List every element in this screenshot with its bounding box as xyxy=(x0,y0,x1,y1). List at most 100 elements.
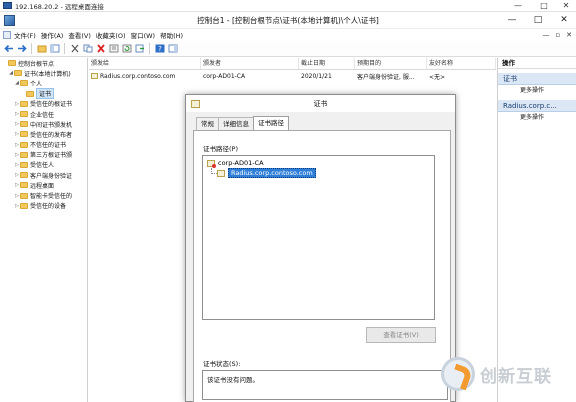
more-actions-link-2[interactable]: 更多操作 xyxy=(498,112,576,123)
properties-icon[interactable] xyxy=(108,43,119,54)
tree-item-label: 控制台根节点 xyxy=(18,60,55,68)
document-icon xyxy=(3,31,11,39)
tab-certification-path[interactable]: 证书路径 xyxy=(253,116,289,130)
folder-icon xyxy=(20,80,28,87)
help-icon[interactable]: ? xyxy=(154,43,165,54)
folder-icon xyxy=(20,172,28,179)
cell-friendly-name: <无> xyxy=(429,73,446,81)
column-purposes[interactable]: 预期目的 xyxy=(355,58,427,69)
tree-item-label: 受信任的设备 xyxy=(30,203,67,211)
show-action-pane-icon[interactable] xyxy=(167,43,178,54)
path-root-item[interactable]: corp-AD01-CA xyxy=(207,159,264,168)
tree-item[interactable]: ▷ 受信任人 xyxy=(0,160,87,170)
folder-icon xyxy=(20,161,28,168)
mdi-minimize-button[interactable]: — xyxy=(542,31,549,39)
toolbar-divider xyxy=(149,43,150,54)
window-close-button[interactable]: ✕ xyxy=(552,12,576,29)
root-certificate-icon xyxy=(207,159,216,168)
path-leaf-item[interactable]: Radius.corp.contoso.com xyxy=(217,168,316,178)
certification-path-tree[interactable]: corp-AD01-CA Radius.corp.contoso.com xyxy=(202,155,435,320)
mdi-close-button[interactable]: ✕ xyxy=(566,31,572,39)
export-list-icon[interactable] xyxy=(134,43,145,54)
certificate-dialog: 证书 常规 详细信息 证书路径 证书路径(P) corp-AD01-CA Rad… xyxy=(185,94,456,402)
tree-item-label: 证书(本地计算机) xyxy=(24,70,71,78)
window-maximize-button[interactable]: □ xyxy=(526,12,550,29)
menu-action[interactable]: 操作(A) xyxy=(41,30,69,40)
watermark-text: 创新互联 xyxy=(480,366,552,387)
folder-icon xyxy=(20,111,28,118)
menu-view[interactable]: 查看(V) xyxy=(68,30,96,40)
tree-item[interactable]: 控制台根节点 xyxy=(0,58,87,68)
refresh-icon[interactable] xyxy=(121,43,132,54)
path-label: 证书路径(P) xyxy=(203,145,238,153)
status-textbox[interactable]: 该证书没有问题。 xyxy=(202,370,448,400)
dialog-title-bar: 证书 xyxy=(186,95,455,112)
tree-item[interactable]: ▷ 中间证书颁发机 xyxy=(0,119,87,129)
rdp-app-icon xyxy=(3,2,12,9)
column-friendly-name[interactable]: 友好名称 xyxy=(427,58,496,69)
window-title: 控制台1 - [控制台根节点\证书(本地计算机)\个人\证书] xyxy=(197,15,379,25)
cut-icon[interactable] xyxy=(69,43,80,54)
svg-text:?: ? xyxy=(158,45,162,53)
tree-item-label: 企业信任 xyxy=(30,111,55,119)
menu-file[interactable]: 文件(F) xyxy=(14,30,41,40)
tab-details[interactable]: 详细信息 xyxy=(218,117,254,130)
window-title-bar: 控制台1 - [控制台根节点\证书(本地计算机)\个人\证书] xyxy=(0,12,576,29)
menu-help[interactable]: 帮助(H) xyxy=(160,30,188,40)
menu-favorites[interactable]: 收藏夹(O) xyxy=(96,30,131,40)
tree-item[interactable]: 证书 xyxy=(0,88,87,100)
actions-pane: 操作 证书 更多操作 Radius.corp.c... 更多操作 xyxy=(497,58,576,402)
tree-item[interactable]: ▷ 智能卡受信任的 xyxy=(0,190,87,200)
tree-item-label: 第三方根证书颁 xyxy=(30,152,73,160)
watermark: 创新互联 xyxy=(441,357,552,391)
delete-icon[interactable] xyxy=(95,43,106,54)
tree-item-label: 不信任的证书 xyxy=(30,142,67,150)
path-root-label: corp-AD01-CA xyxy=(218,159,264,167)
rdp-minimize-button[interactable]: — xyxy=(509,0,527,12)
tree-item[interactable]: ▷ 受信任的设备 xyxy=(0,201,87,211)
tree-item[interactable]: ◢ 个人 xyxy=(0,78,87,88)
console-tree: 控制台根节点 ◢ 证书(本地计算机) ◢ 个人 证书 ▷ 受信任的根证书 ▷ 企业信任 ▷ 中间证书颁… xyxy=(0,58,88,402)
tree-item-label: 中间证书颁发机 xyxy=(30,121,73,129)
tree-item-label: 受信任的根证书 xyxy=(30,101,73,109)
more-actions-link[interactable]: 更多操作 xyxy=(498,85,576,96)
actions-section-certificates[interactable]: 证书 xyxy=(498,73,576,85)
cell-issued-by: corp-AD01-CA xyxy=(203,72,246,80)
tree-item-label: 个人 xyxy=(30,80,43,88)
folder-icon xyxy=(20,182,28,189)
table-row[interactable]: Radius.corp.contoso.com corp-AD01-CA 202… xyxy=(89,70,496,82)
tree-item[interactable]: ▷ 第三方根证书颁 xyxy=(0,150,87,160)
rdp-close-button[interactable]: ✕ xyxy=(557,0,575,12)
tree-item-label: 远程桌面 xyxy=(30,182,55,190)
menu-window[interactable]: 窗口(W) xyxy=(131,30,161,40)
tree-item[interactable]: ▷ 远程桌面 xyxy=(0,180,87,190)
list-header: 颁发给 颁发者 截止日期 预期目的 友好名称 xyxy=(89,58,496,70)
certificate-icon xyxy=(91,73,98,79)
watermark-logo-icon xyxy=(441,357,475,391)
tree-item[interactable]: ▷ 受信任的根证书 xyxy=(0,99,87,109)
view-certificate-button[interactable]: 查看证书(V) xyxy=(366,327,436,343)
cell-purposes: 客户端身份验证, 服... xyxy=(357,73,415,81)
mdi-restore-button[interactable]: ▫ xyxy=(555,31,560,39)
actions-section-selected-cert[interactable]: Radius.corp.c... xyxy=(498,100,576,112)
forward-arrow-icon[interactable] xyxy=(16,43,27,54)
copy-icon[interactable] xyxy=(82,43,93,54)
rdp-restore-button[interactable]: □ xyxy=(535,0,553,12)
tree-item[interactable]: ▷ 不信任的证书 xyxy=(0,140,87,150)
tree-item[interactable]: ▷ 企业信任 xyxy=(0,109,87,119)
toolbar-divider xyxy=(64,43,65,54)
back-arrow-icon[interactable] xyxy=(3,43,14,54)
column-issued-by[interactable]: 颁发者 xyxy=(201,58,299,69)
show-tree-icon[interactable] xyxy=(49,43,60,54)
path-leaf-label: Radius.corp.contoso.com xyxy=(228,168,316,178)
tree-item[interactable]: ◢ 证书(本地计算机) xyxy=(0,68,87,78)
tree-item[interactable]: ▷ 客户端身份验证 xyxy=(0,170,87,180)
column-expiration[interactable]: 截止日期 xyxy=(299,58,355,69)
window-minimize-button[interactable]: — xyxy=(500,12,524,29)
tree-item[interactable]: ▷ 受信任的发布者 xyxy=(0,129,87,139)
folder-icon xyxy=(20,192,28,199)
cell-expiration: 2020/1/21 xyxy=(301,72,332,80)
up-folder-icon[interactable] xyxy=(36,43,47,54)
tab-general[interactable]: 常规 xyxy=(196,117,219,130)
column-issued-to[interactable]: 颁发给 xyxy=(89,58,201,69)
